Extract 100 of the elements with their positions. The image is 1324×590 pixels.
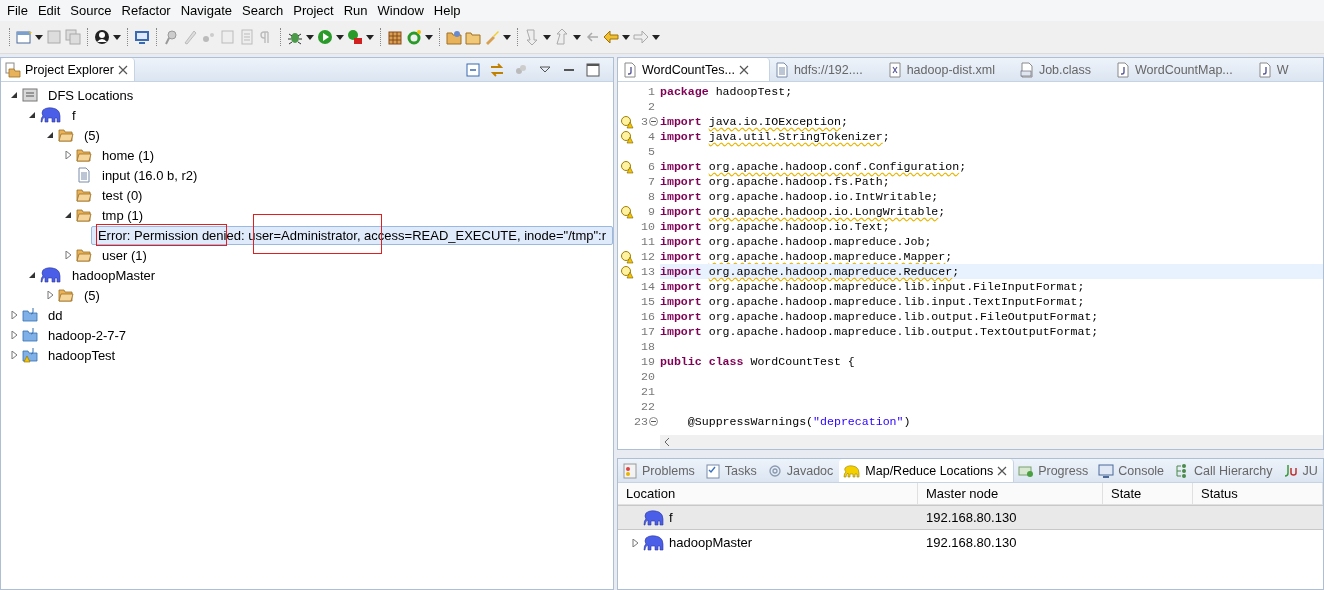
grid-icon[interactable] xyxy=(387,29,403,45)
view-tab[interactable]: Tasks xyxy=(700,459,763,482)
view-tab[interactable]: Call Hierarchy xyxy=(1170,459,1279,482)
view-tab[interactable]: Problems xyxy=(618,459,701,482)
tree-item[interactable]: DFS Locations xyxy=(42,86,140,104)
tree-item[interactable]: hadoopMaster xyxy=(66,266,162,284)
menu-item[interactable]: Search xyxy=(237,3,289,18)
table-row[interactable]: f 192.168.80.130 xyxy=(618,505,1323,530)
code-line: import org.apache.hadoop.fs.Path; xyxy=(660,175,890,188)
collapse-all-icon[interactable] xyxy=(465,61,481,78)
editor-tab[interactable]: WordCountMap... xyxy=(1111,58,1253,81)
editor-tab[interactable]: hdfs://192.... xyxy=(769,58,883,81)
column-header[interactable]: Master node xyxy=(918,483,1103,505)
table-cell: f xyxy=(669,510,673,525)
editor-tab[interactable]: hadoop-dist.xml xyxy=(882,58,1015,81)
expand-arrow-icon[interactable] xyxy=(9,351,18,359)
caret-icon[interactable] xyxy=(306,34,314,40)
fold-icon[interactable] xyxy=(649,117,658,126)
collapse-arrow-icon[interactable] xyxy=(63,211,72,219)
caret-icon[interactable] xyxy=(573,34,581,40)
view-tab[interactable]: Project Explorer xyxy=(1,58,135,81)
fold-icon[interactable] xyxy=(649,417,658,426)
line-number: 19 xyxy=(641,355,655,368)
menu-item[interactable]: Window xyxy=(372,3,429,18)
line-number: 14 xyxy=(641,280,655,293)
collapse-arrow-icon[interactable] xyxy=(45,131,54,139)
caret-icon[interactable] xyxy=(622,34,630,40)
menu-item[interactable]: File xyxy=(2,3,33,18)
code-line: import org.apache.hadoop.mapreduce.lib.output.FileOutputFormat; xyxy=(660,310,1099,323)
caret-icon[interactable] xyxy=(425,34,433,40)
menu-item[interactable]: Help xyxy=(428,3,466,18)
tree-item[interactable]: dd xyxy=(42,306,69,324)
expand-arrow-icon[interactable] xyxy=(63,251,72,259)
scroll-left-icon[interactable] xyxy=(664,438,670,446)
caret-icon[interactable] xyxy=(336,34,344,40)
caret-icon[interactable] xyxy=(113,34,121,40)
view-tab[interactable]: Map/Reduce Locations xyxy=(839,459,1015,482)
problems-icon xyxy=(622,462,638,479)
caret-icon[interactable] xyxy=(503,34,511,40)
line-number: 23 xyxy=(634,415,648,428)
console-icon xyxy=(1098,462,1115,479)
tree-item[interactable]: home (1) xyxy=(96,146,161,164)
menu-item[interactable]: Project xyxy=(288,3,339,18)
tree-item[interactable]: user (1) xyxy=(96,246,153,264)
close-icon[interactable] xyxy=(738,64,749,75)
menu-item[interactable]: Edit xyxy=(32,3,66,18)
column-header[interactable]: State xyxy=(1103,483,1193,505)
expand-arrow-icon[interactable] xyxy=(9,311,18,319)
collapse-arrow-icon[interactable] xyxy=(27,111,36,119)
run-tools-icon[interactable] xyxy=(347,29,363,45)
editor-tab[interactable]: WordCountTes... xyxy=(618,58,770,81)
tree-item[interactable]: hadoop-2-7-7 xyxy=(42,326,133,344)
folder-icon xyxy=(58,287,74,303)
expand-arrow-icon[interactable] xyxy=(9,331,18,339)
view-tab[interactable]: Progress xyxy=(1014,459,1095,482)
tree-item[interactable]: (5) xyxy=(78,126,106,144)
menu-item[interactable]: Navigate xyxy=(175,3,237,18)
column-header[interactable]: Status xyxy=(1193,483,1323,505)
tree-item[interactable]: test (0) xyxy=(96,186,149,204)
table-cell: 192.168.80.130 xyxy=(926,510,1017,525)
line-number: 16 xyxy=(641,310,655,323)
menu-item[interactable]: Refactor xyxy=(116,3,176,18)
folder-open-icon[interactable] xyxy=(446,29,462,45)
menu-item[interactable]: Source xyxy=(65,3,117,18)
explorer-icon xyxy=(5,61,21,78)
code-line: import org.apache.hadoop.io.IntWritable; xyxy=(660,190,939,203)
expand-arrow-icon[interactable] xyxy=(63,151,72,159)
tree-item[interactable]: tmp (1) xyxy=(96,206,150,224)
monitor-icon[interactable] xyxy=(134,29,150,45)
folder-icon[interactable] xyxy=(465,29,481,45)
column-header[interactable]: Location xyxy=(618,483,918,505)
menu-item[interactable]: Run xyxy=(338,3,373,18)
view-tab[interactable]: JU xyxy=(1278,459,1323,482)
link-editor-icon[interactable] xyxy=(489,61,505,78)
collapse-arrow-icon[interactable] xyxy=(9,91,18,99)
table-cell: hadoopMaster xyxy=(669,535,753,550)
view-tab[interactable]: Javadoc xyxy=(762,459,840,482)
maximize-icon[interactable] xyxy=(585,61,601,78)
run-icon[interactable] xyxy=(317,29,333,45)
caret-icon[interactable] xyxy=(652,34,660,40)
caret-icon[interactable] xyxy=(543,34,551,40)
caret-icon[interactable] xyxy=(366,34,374,40)
java-file-icon xyxy=(1256,61,1273,78)
tree-item[interactable]: hadoopTest xyxy=(42,346,122,364)
expand-arrow-icon[interactable] xyxy=(630,538,639,547)
tree-item[interactable]: input (16.0 b, r2) xyxy=(96,166,204,184)
view-tab[interactable]: Console xyxy=(1094,459,1171,482)
caret-icon[interactable] xyxy=(35,34,43,40)
tree-item[interactable]: f xyxy=(66,106,82,124)
collapse-arrow-icon[interactable] xyxy=(27,271,36,279)
expand-arrow-icon[interactable] xyxy=(45,291,54,299)
user-icon[interactable] xyxy=(94,29,110,45)
close-icon[interactable] xyxy=(997,465,1008,476)
tree-item[interactable]: (5) xyxy=(78,286,106,304)
back-arrow-icon[interactable] xyxy=(603,29,619,45)
close-icon[interactable] xyxy=(117,64,128,75)
line-number: 13 xyxy=(641,265,655,278)
editor-tab[interactable]: W xyxy=(1252,58,1309,81)
elephant-icon xyxy=(643,533,665,552)
editor-tab[interactable]: Job.class xyxy=(1014,58,1112,81)
